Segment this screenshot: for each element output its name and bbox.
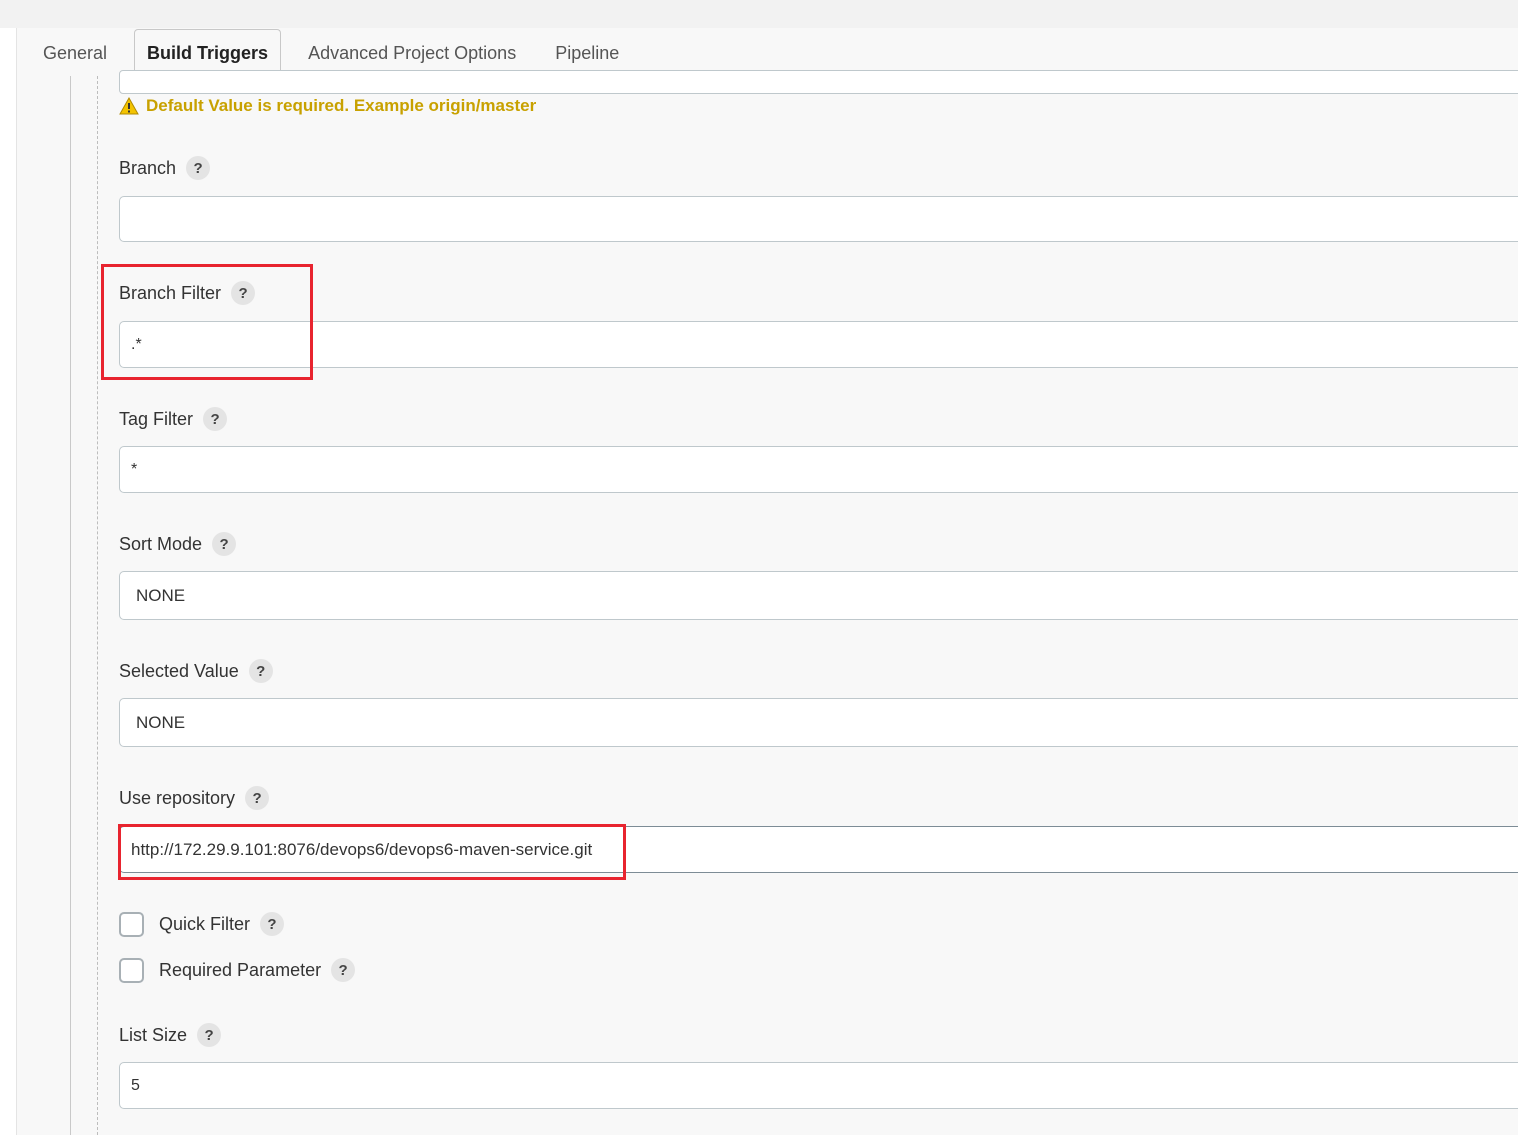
list-size-input[interactable] bbox=[119, 1062, 1518, 1109]
config-tabs: General Build Triggers Advanced Project … bbox=[16, 28, 646, 76]
required-parameter-row: Required Parameter ? bbox=[119, 956, 356, 984]
selected-value-help-icon[interactable]: ? bbox=[248, 659, 273, 683]
left-gutter bbox=[0, 28, 16, 1135]
sort-mode-label: Sort Mode ? bbox=[119, 531, 237, 557]
sort-mode-value: NONE bbox=[136, 585, 186, 605]
tab-build-triggers[interactable]: Build Triggers bbox=[134, 29, 282, 76]
tag-filter-help-icon[interactable]: ? bbox=[203, 407, 228, 431]
tag-filter-label: Tag Filter ? bbox=[119, 406, 228, 432]
use-repository-label: Use repository ? bbox=[119, 785, 270, 811]
branch-filter-label-text: Branch Filter bbox=[119, 282, 222, 303]
list-size-help-icon[interactable]: ? bbox=[197, 1023, 222, 1047]
tab-general[interactable]: General bbox=[31, 30, 119, 76]
sort-mode-select[interactable]: NONE bbox=[119, 571, 1518, 620]
selected-value-label: Selected Value ? bbox=[119, 658, 273, 684]
sort-mode-help-icon[interactable]: ? bbox=[212, 532, 237, 556]
quick-filter-checkbox[interactable] bbox=[119, 911, 144, 937]
warning-icon bbox=[119, 96, 139, 116]
branch-label-text: Branch bbox=[119, 157, 177, 178]
quick-filter-help-icon[interactable]: ? bbox=[260, 912, 285, 936]
quick-filter-label: Quick Filter bbox=[159, 913, 251, 934]
branch-filter-label: Branch Filter ? bbox=[119, 280, 256, 306]
branch-input[interactable] bbox=[119, 196, 1518, 242]
list-size-label: List Size ? bbox=[119, 1022, 222, 1048]
default-value-warning: Default Value is required. Example origi… bbox=[119, 94, 536, 118]
section-guide-line bbox=[70, 76, 71, 1135]
required-parameter-help-icon[interactable]: ? bbox=[331, 958, 356, 982]
branch-label: Branch ? bbox=[119, 155, 211, 181]
use-repository-help-icon[interactable]: ? bbox=[245, 786, 270, 810]
required-parameter-checkbox[interactable] bbox=[119, 957, 144, 983]
required-parameter-label: Required Parameter bbox=[159, 959, 322, 980]
list-size-label-text: List Size bbox=[119, 1024, 188, 1045]
nested-section-guide-line bbox=[97, 76, 98, 1135]
branch-filter-input[interactable] bbox=[119, 321, 1518, 368]
selected-value-value: NONE bbox=[136, 712, 186, 732]
default-value-input[interactable] bbox=[119, 70, 1518, 94]
tag-filter-label-text: Tag Filter bbox=[119, 408, 194, 429]
tag-filter-input[interactable] bbox=[119, 446, 1518, 493]
branch-help-icon[interactable]: ? bbox=[186, 156, 211, 180]
warning-text: Default Value is required. Example origi… bbox=[146, 96, 537, 115]
branch-filter-help-icon[interactable]: ? bbox=[231, 281, 256, 305]
sort-mode-label-text: Sort Mode bbox=[119, 533, 203, 554]
use-repository-input[interactable] bbox=[119, 826, 1518, 873]
selected-value-label-text: Selected Value bbox=[119, 660, 239, 681]
use-repository-label-text: Use repository bbox=[119, 787, 236, 808]
selected-value-select[interactable]: NONE bbox=[119, 698, 1518, 747]
quick-filter-row: Quick Filter ? bbox=[119, 910, 285, 938]
